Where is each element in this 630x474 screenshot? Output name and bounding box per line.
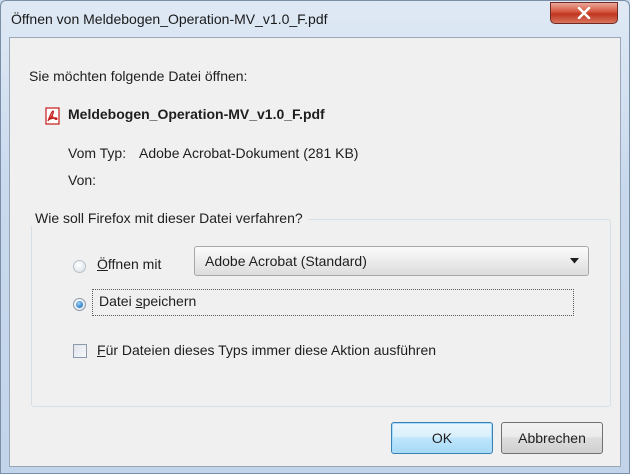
- dialog-window: Öffnen von Meldebogen_Operation-MV_v1.0_…: [0, 0, 630, 474]
- open-with-label-accesskey: Ö: [97, 256, 108, 272]
- open-with-label[interactable]: Öffnen mit: [97, 256, 161, 272]
- radio-selected-dot: [76, 301, 83, 308]
- save-file-radio[interactable]: [73, 298, 86, 311]
- file-source-label: Von:: [68, 172, 97, 188]
- action-group-legend: Wie soll Firefox mit dieser Datei verfah…: [31, 210, 308, 226]
- chevron-down-icon: [570, 258, 579, 264]
- close-icon: [577, 7, 591, 19]
- open-with-radio[interactable]: [73, 260, 86, 273]
- open-with-app-select[interactable]: Adobe Acrobat (Standard): [194, 246, 589, 276]
- dialog-body: Sie möchten folgende Datei öffnen: Melde…: [9, 37, 621, 467]
- save-file-label-accesskey: s: [135, 293, 143, 309]
- pdf-file-icon: [44, 107, 62, 128]
- save-file-label-start: Datei: [99, 293, 136, 309]
- file-type-value: Adobe Acrobat-Dokument (281 KB): [139, 145, 359, 161]
- open-with-label-rest: ffnen mit: [107, 256, 162, 272]
- file-type-label: Vom Typ:: [68, 145, 127, 161]
- always-do-this-accesskey: F: [97, 342, 106, 358]
- file-name: Meldebogen_Operation-MV_v1.0_F.pdf: [68, 106, 325, 122]
- prompt-text: Sie möchten folgende Datei öffnen:: [29, 68, 248, 84]
- always-do-this-label[interactable]: Für Dateien dieses Typs immer diese Akti…: [97, 342, 436, 358]
- cancel-button[interactable]: Abbrechen: [501, 422, 603, 454]
- always-do-this-label-rest: ür Dateien dieses Typs immer diese Aktio…: [105, 342, 437, 358]
- ok-button[interactable]: OK: [391, 422, 493, 454]
- open-with-app-value: Adobe Acrobat (Standard): [205, 253, 367, 269]
- close-button[interactable]: [550, 2, 618, 24]
- title-bar[interactable]: Öffnen von Meldebogen_Operation-MV_v1.0_…: [1, 1, 629, 37]
- always-do-this-checkbox[interactable]: [73, 344, 87, 358]
- window-title: Öffnen von Meldebogen_Operation-MV_v1.0_…: [11, 11, 328, 27]
- save-file-label[interactable]: Datei speichern: [99, 293, 196, 309]
- save-file-label-end: peichern: [142, 293, 197, 309]
